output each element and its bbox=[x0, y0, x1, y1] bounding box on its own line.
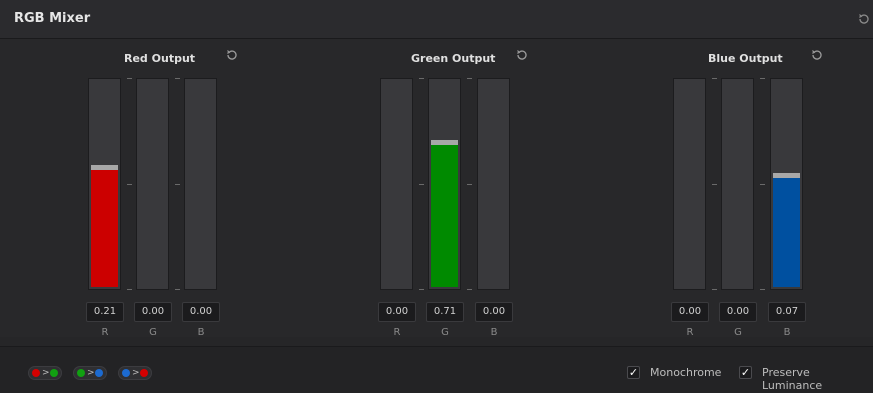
scale-tick bbox=[127, 289, 132, 290]
green-output-r-slider[interactable] bbox=[380, 78, 413, 290]
swap-arrow-icon: > bbox=[132, 368, 140, 378]
red-output-g-value[interactable]: 0.00 bbox=[134, 302, 172, 322]
red-dot-icon bbox=[32, 369, 40, 377]
swap-blue-red-button[interactable]: > bbox=[118, 366, 152, 380]
red-output-reset-icon[interactable] bbox=[225, 48, 239, 62]
blue-output-r-slider[interactable] bbox=[673, 78, 706, 290]
panel-header: RGB Mixer bbox=[0, 0, 873, 39]
slider-handle[interactable] bbox=[431, 140, 458, 145]
blue-output-r-value[interactable]: 0.00 bbox=[671, 302, 709, 322]
monochrome-checkbox[interactable]: ✓ bbox=[627, 366, 640, 379]
rgb-mixer-panel: RGB Mixer Red Output Green Output Blue O… bbox=[0, 0, 873, 393]
blue-output-g-value[interactable]: 0.00 bbox=[719, 302, 757, 322]
scale-tick bbox=[127, 184, 132, 185]
green-output-g-slider[interactable] bbox=[428, 78, 461, 290]
slider-fill bbox=[91, 170, 118, 287]
green-output-title: Green Output bbox=[411, 52, 496, 65]
scale-tick bbox=[712, 289, 717, 290]
swap-red-green-button[interactable]: > bbox=[28, 366, 62, 380]
green-output-reset-icon[interactable] bbox=[515, 48, 529, 62]
blue-output-b-value[interactable]: 0.07 bbox=[768, 302, 806, 322]
monochrome-label: Monochrome bbox=[650, 366, 722, 379]
reset-all-icon[interactable] bbox=[857, 12, 871, 26]
scale-tick bbox=[175, 78, 180, 79]
slider-fill bbox=[431, 145, 458, 287]
red-output-b-slider[interactable] bbox=[184, 78, 217, 290]
channel-label-r: R bbox=[686, 327, 694, 338]
slider-fill bbox=[773, 178, 800, 287]
blue-output-b-slider[interactable] bbox=[770, 78, 803, 290]
scale-tick bbox=[419, 289, 424, 290]
slider-handle[interactable] bbox=[773, 173, 800, 178]
blue-dot-icon bbox=[122, 369, 130, 377]
channel-label-r: R bbox=[393, 327, 401, 338]
green-output-g-value[interactable]: 0.71 bbox=[426, 302, 464, 322]
scale-tick bbox=[419, 78, 424, 79]
red-output-r-slider[interactable] bbox=[88, 78, 121, 290]
channel-label-b: B bbox=[783, 327, 791, 338]
scale-tick bbox=[760, 184, 765, 185]
blue-dot-icon bbox=[95, 369, 103, 377]
red-output-r-value[interactable]: 0.21 bbox=[86, 302, 124, 322]
green-output-b-value[interactable]: 0.00 bbox=[475, 302, 513, 322]
preserve-luminance-label: Preserve Luminance bbox=[762, 366, 823, 392]
red-output-g-slider[interactable] bbox=[136, 78, 169, 290]
scale-tick bbox=[760, 289, 765, 290]
channel-label-g: G bbox=[149, 327, 157, 338]
red-dot-icon bbox=[140, 369, 148, 377]
green-dot-icon bbox=[50, 369, 58, 377]
blue-output-reset-icon[interactable] bbox=[810, 48, 824, 62]
scale-tick bbox=[127, 78, 132, 79]
channel-label-g: G bbox=[441, 327, 449, 338]
swap-arrow-icon: > bbox=[42, 368, 50, 378]
red-output-title: Red Output bbox=[124, 52, 196, 65]
channel-label-b: B bbox=[490, 327, 498, 338]
channel-label-b: B bbox=[197, 327, 205, 338]
blue-output-title: Blue Output bbox=[708, 52, 783, 65]
red-output-b-value[interactable]: 0.00 bbox=[182, 302, 220, 322]
panel-title: RGB Mixer bbox=[14, 11, 91, 26]
scale-tick bbox=[760, 78, 765, 79]
slider-handle[interactable] bbox=[91, 165, 118, 170]
channel-label-r: R bbox=[101, 327, 109, 338]
blue-output-g-slider[interactable] bbox=[721, 78, 754, 290]
channel-label-g: G bbox=[734, 327, 742, 338]
scale-tick bbox=[712, 184, 717, 185]
scale-tick bbox=[419, 184, 424, 185]
swap-arrow-icon: > bbox=[87, 368, 95, 378]
scale-tick bbox=[467, 184, 472, 185]
green-output-r-value[interactable]: 0.00 bbox=[378, 302, 416, 322]
green-dot-icon bbox=[77, 369, 85, 377]
scale-tick bbox=[712, 78, 717, 79]
scale-tick bbox=[467, 289, 472, 290]
green-output-b-slider[interactable] bbox=[477, 78, 510, 290]
scale-tick bbox=[175, 184, 180, 185]
scale-tick bbox=[175, 289, 180, 290]
preserve-luminance-checkbox[interactable]: ✓ bbox=[739, 366, 752, 379]
swap-green-blue-button[interactable]: > bbox=[73, 366, 107, 380]
scale-tick bbox=[467, 78, 472, 79]
